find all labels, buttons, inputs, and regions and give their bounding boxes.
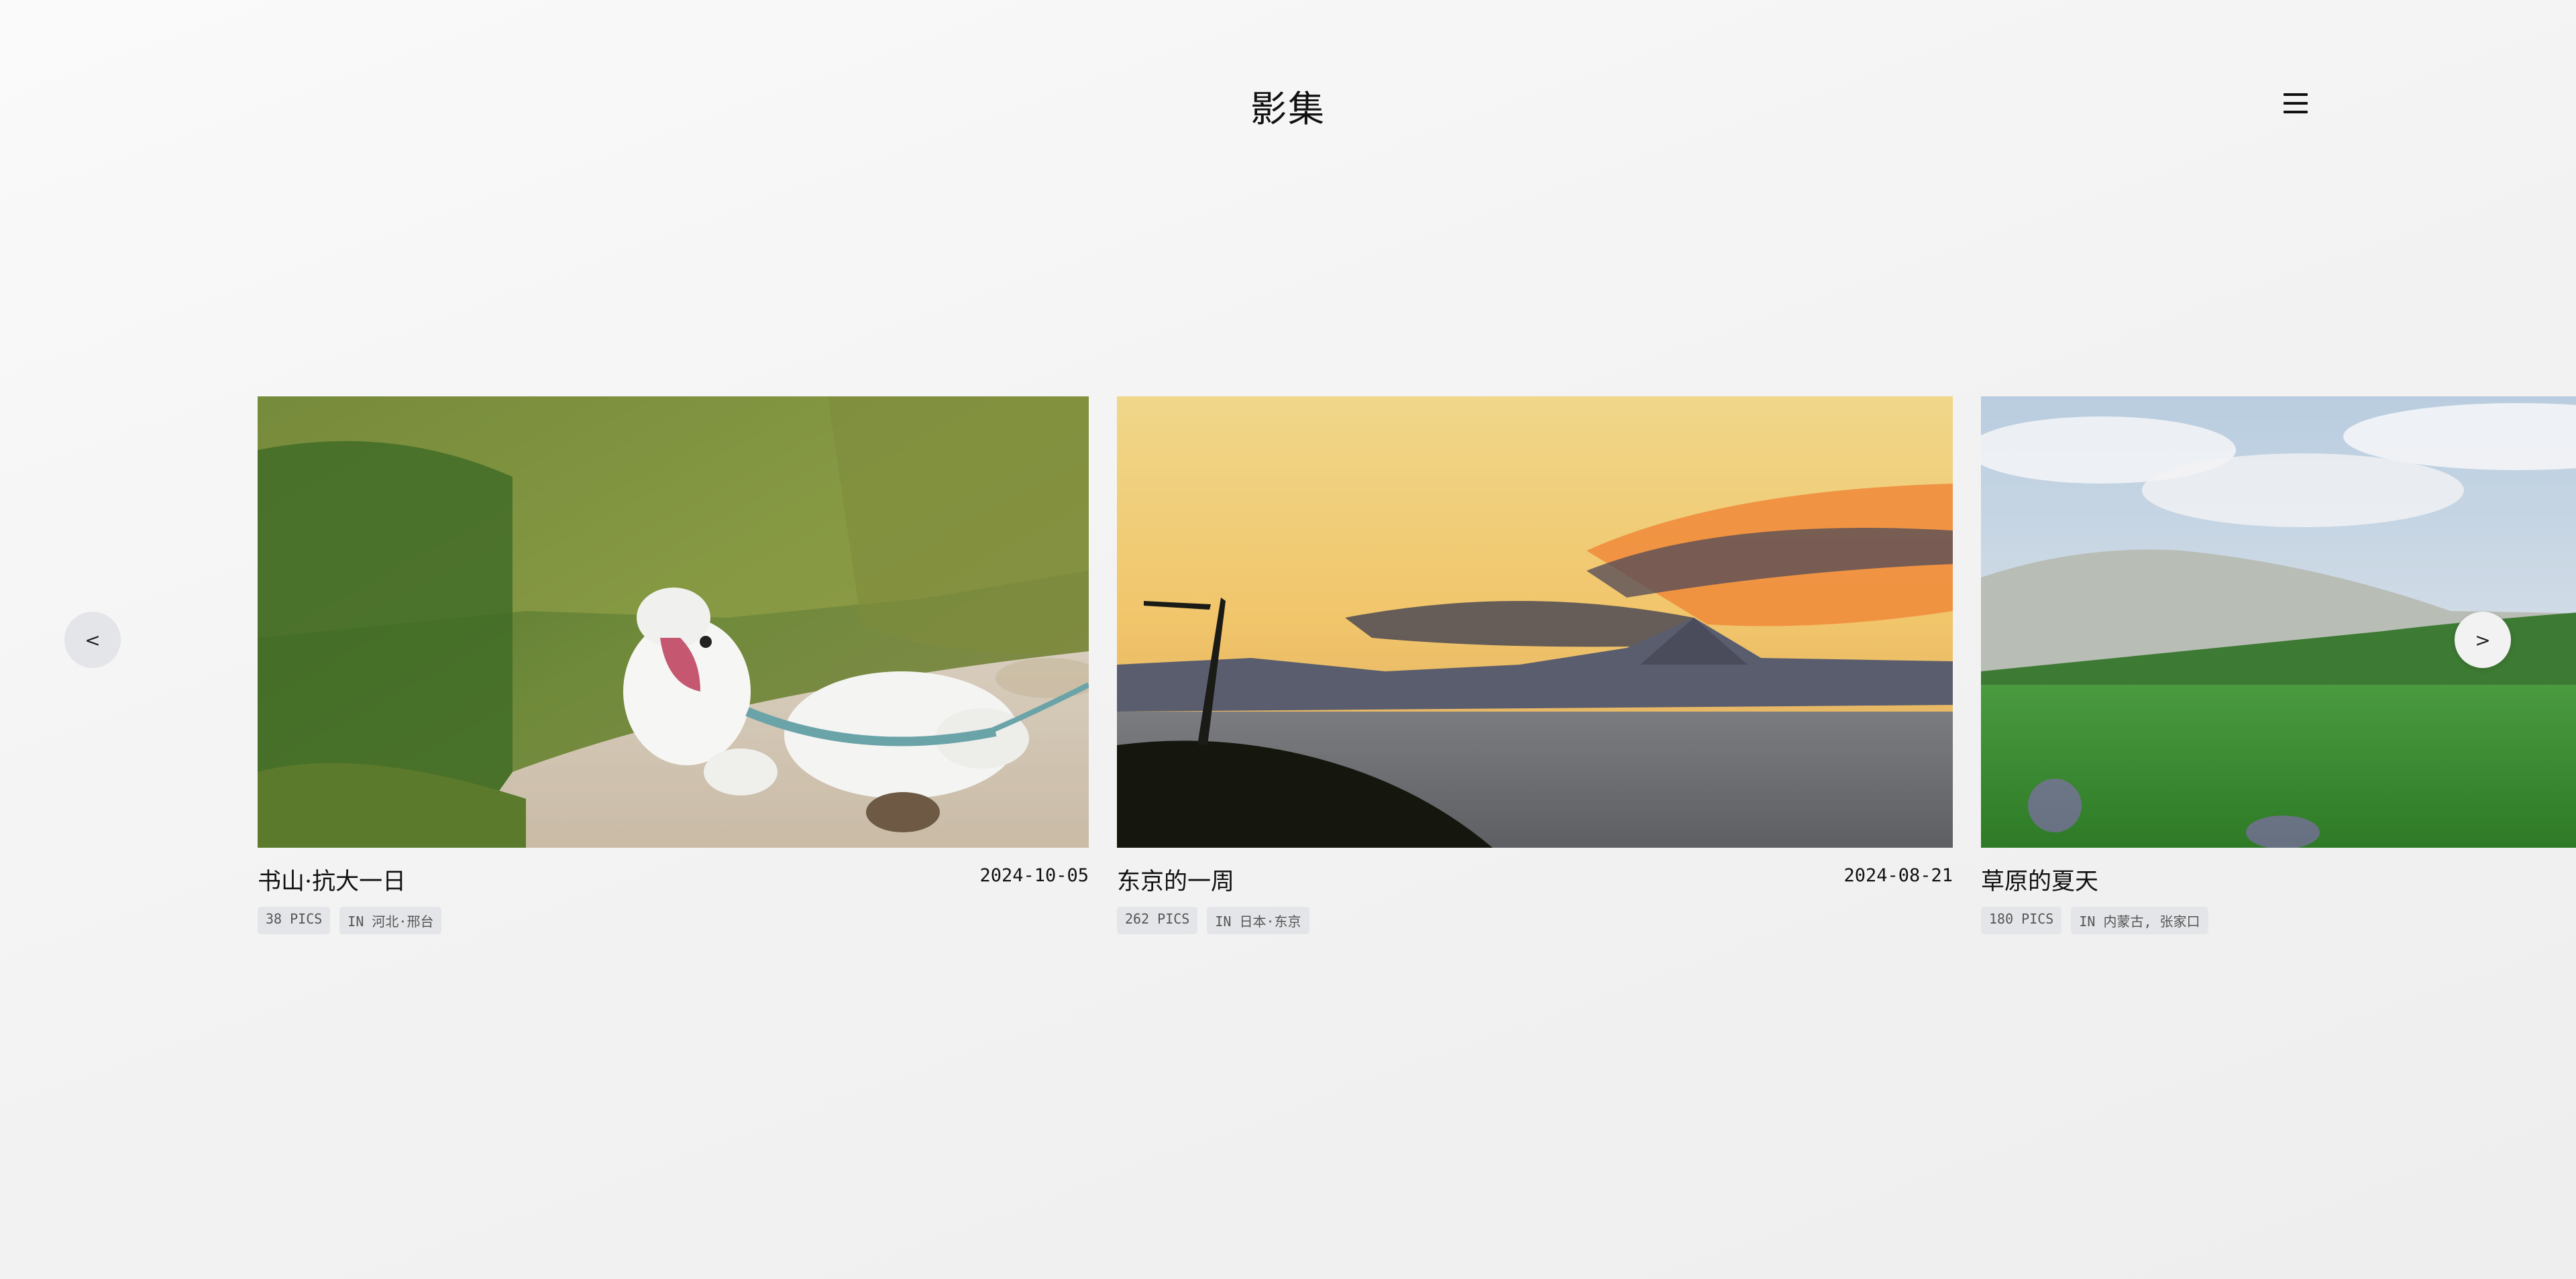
album-title: 东京的一周	[1117, 869, 1235, 895]
pics-count-badge: 38 PICS	[258, 907, 331, 934]
carousel-next-button[interactable]: >	[2455, 612, 2511, 668]
album-date: 2024-10-05	[979, 865, 1089, 886]
album-card[interactable]: 东京的一周 2024-08-21 262 PICS IN 日本·东京	[1117, 396, 1953, 934]
album-title: 草原的夏天	[1981, 869, 2099, 895]
album-date: 2024-08-21	[1843, 865, 1953, 886]
album-title: 书山·抗大一日	[258, 869, 407, 895]
carousel-prev-button[interactable]: <	[64, 612, 121, 668]
pics-count-badge: 262 PICS	[1117, 907, 1198, 934]
location-badge: IN 内蒙古, 张家口	[2071, 907, 2208, 934]
album-carousel: 书山·抗大一日 2024-10-05 38 PICS IN 河北·邢台 东京的一…	[0, 0, 2576, 1279]
pics-count-badge: 180 PICS	[1981, 907, 2062, 934]
album-card[interactable]: 书山·抗大一日 2024-10-05 38 PICS IN 河北·邢台	[258, 396, 1089, 934]
location-badge: IN 河北·邢台	[339, 907, 442, 934]
album-photo-dog[interactable]	[258, 396, 1089, 848]
location-badge: IN 日本·东京	[1207, 907, 1309, 934]
album-photo-fuji-sunset[interactable]	[1117, 396, 1953, 848]
